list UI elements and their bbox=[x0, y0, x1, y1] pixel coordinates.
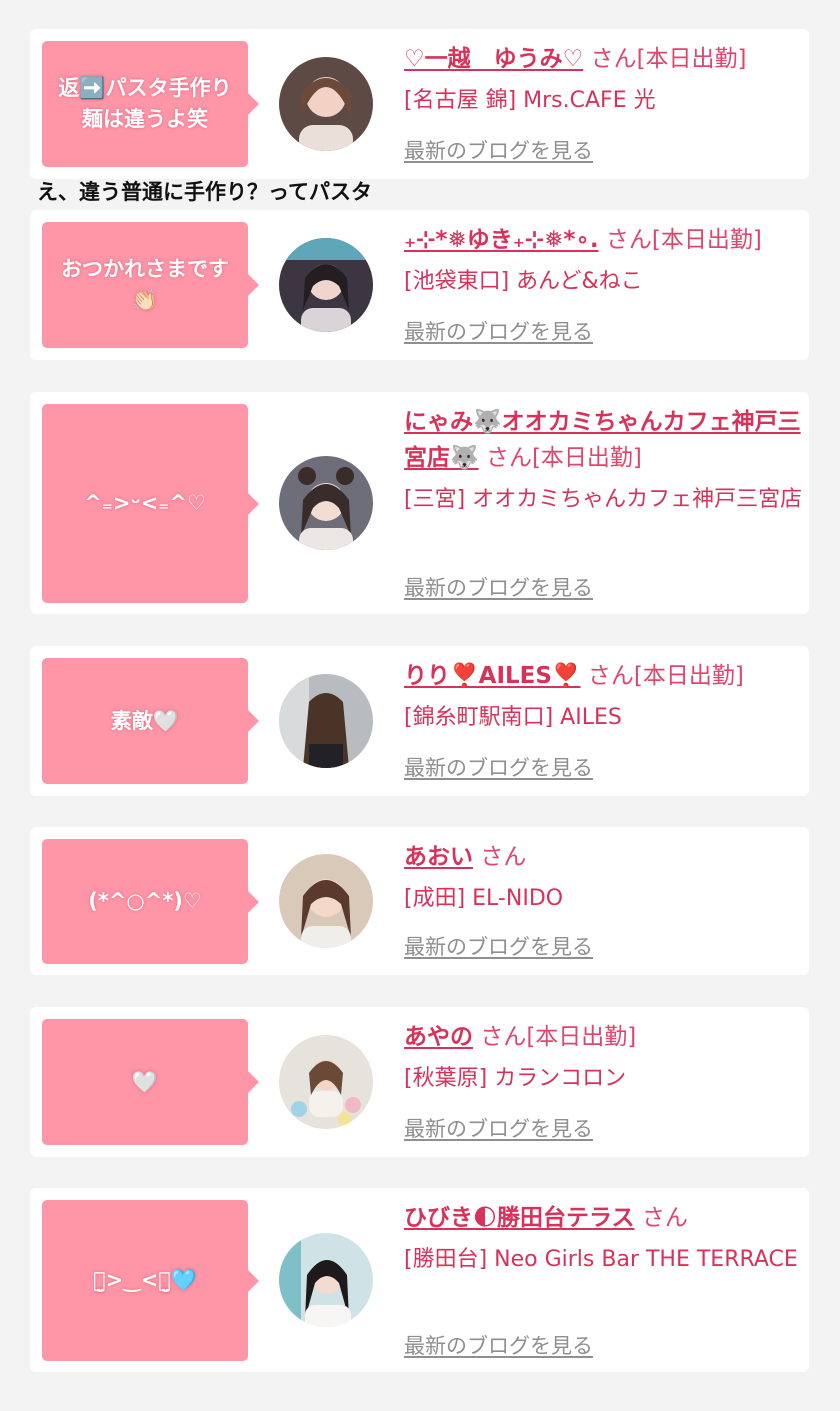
bubble-text: ^₌>ᵕ<₌^♡ bbox=[84, 491, 206, 515]
bubble-text: 🤍 bbox=[131, 1069, 159, 1094]
name-line: ♡一越 ゆうみ♡ さん[本日出勤] bbox=[404, 41, 804, 77]
san-label: さん[本日出勤] bbox=[587, 663, 744, 689]
shop-label: [成田] EL-NIDO bbox=[404, 886, 564, 911]
post-card: 返➡️パスタ手作り 麺は違うよ笑 ♡一越 ゆうみ♡ さん[本日出勤] [名古屋 … bbox=[30, 29, 809, 179]
shop-label: [秋葉原] カランコロン bbox=[404, 1066, 627, 1091]
latest-blog-link[interactable]: 最新のブログを見る bbox=[404, 572, 593, 602]
latest-blog-link[interactable]: 最新のブログを見る bbox=[404, 1330, 593, 1360]
name-line: ひびき🌓勝田台テラス さん bbox=[404, 1200, 804, 1236]
shop-label: [池袋東口] あんど&ねこ bbox=[404, 269, 643, 294]
name-link[interactable]: あおい bbox=[404, 844, 473, 870]
message-bubble: おつかれさまです 👏🏻 bbox=[42, 222, 259, 348]
bubble-text: おつかれさまです 👏🏻 bbox=[61, 257, 229, 312]
shop-label: [名古屋 錦] Mrs.CAFE 光 bbox=[404, 88, 656, 113]
name-line: りり❣️AILES❣️ さん[本日出勤] bbox=[404, 658, 804, 694]
san-label: さん[本日出勤] bbox=[480, 1024, 637, 1050]
san-label: さん bbox=[480, 844, 527, 870]
avatar[interactable] bbox=[279, 456, 373, 550]
name-line: あおい さん bbox=[404, 839, 804, 875]
san-label: さん[本日出勤] bbox=[605, 227, 762, 253]
bubble-text: ꪔ̤̮>‿<ꪔ̤̮🩵 bbox=[93, 1268, 197, 1292]
entry-info: ひびき🌓勝田台テラス さん [勝田台] Neo Girls Bar THE TE… bbox=[404, 1200, 804, 1278]
name-link[interactable]: ひびき🌓勝田台テラス bbox=[404, 1205, 635, 1231]
bubble-text: 素敵🤍 bbox=[110, 708, 180, 733]
name-link[interactable]: りり❣️AILES❣️ bbox=[404, 663, 581, 689]
avatar[interactable] bbox=[279, 238, 373, 332]
entry-info: あやの さん[本日出勤] [秋葉原] カランコロン bbox=[404, 1019, 804, 1097]
shop-label: [錦糸町駅南口] AILES bbox=[404, 705, 622, 730]
post-card: おつかれさまです 👏🏻 ₊⊹*❅︎ゆき₊⊹❅*∘. さん[本日出勤] [池袋東口… bbox=[30, 210, 809, 360]
san-label: さん[本日出勤] bbox=[485, 445, 642, 471]
message-bubble: ^₌>ᵕ<₌^♡ bbox=[42, 404, 259, 603]
entry-info: ♡一越 ゆうみ♡ さん[本日出勤] [名古屋 錦] Mrs.CAFE 光 bbox=[404, 41, 804, 119]
message-bubble: 返➡️パスタ手作り 麺は違うよ笑 bbox=[42, 41, 259, 167]
shop-label: [三宮] オオカミちゃんカフェ神戸三宮店 bbox=[404, 487, 803, 512]
entry-info: りり❣️AILES❣️ さん[本日出勤] [錦糸町駅南口] AILES bbox=[404, 658, 804, 736]
name-line: あやの さん[本日出勤] bbox=[404, 1019, 804, 1055]
comment-text: え、違う普通に手作り？ってパスタ bbox=[37, 180, 372, 204]
bubble-text: 返➡️パスタ手作り 麺は違うよ笑 bbox=[58, 76, 232, 131]
post-card: ꪔ̤̮>‿<ꪔ̤̮🩵 ひびき🌓勝田台テラス さん [勝田台] Neo Girls… bbox=[30, 1188, 809, 1372]
avatar[interactable] bbox=[279, 1233, 373, 1327]
post-card: 素敵🤍 りり❣️AILES❣️ さん[本日出勤] [錦糸町駅南口] AILES … bbox=[30, 646, 809, 796]
latest-blog-link[interactable]: 最新のブログを見る bbox=[404, 752, 593, 782]
bubble-text: (*^○^*)♡ bbox=[88, 889, 202, 913]
message-bubble: 🤍 bbox=[42, 1019, 259, 1145]
post-card: ^₌>ᵕ<₌^♡ にゃみ🐺オオカミちゃんカフェ神戸三宮店🐺 さん[本日出勤] [… bbox=[30, 392, 809, 614]
latest-blog-link[interactable]: 最新のブログを見る bbox=[404, 135, 593, 165]
avatar[interactable] bbox=[279, 57, 373, 151]
san-label: さん bbox=[641, 1205, 688, 1231]
name-line: ₊⊹*❅︎ゆき₊⊹❅*∘. さん[本日出勤] bbox=[404, 222, 804, 258]
san-label: さん[本日出勤] bbox=[590, 46, 747, 72]
message-bubble: ꪔ̤̮>‿<ꪔ̤̮🩵 bbox=[42, 1200, 259, 1361]
avatar[interactable] bbox=[279, 1035, 373, 1129]
latest-blog-link[interactable]: 最新のブログを見る bbox=[404, 931, 593, 961]
post-card: 🤍 あやの さん[本日出勤] [秋葉原] カランコロン 最新のブログを見る bbox=[30, 1007, 809, 1157]
avatar[interactable] bbox=[279, 674, 373, 768]
entry-info: あおい さん [成田] EL-NIDO bbox=[404, 839, 804, 917]
message-bubble: 素敵🤍 bbox=[42, 658, 259, 784]
name-link[interactable]: ₊⊹*❅︎ゆき₊⊹❅*∘. bbox=[404, 227, 599, 253]
post-card: (*^○^*)♡ あおい さん [成田] EL-NIDO 最新のブログを見る bbox=[30, 827, 809, 975]
latest-blog-link[interactable]: 最新のブログを見る bbox=[404, 1113, 593, 1143]
entry-info: にゃみ🐺オオカミちゃんカフェ神戸三宮店🐺 さん[本日出勤] [三宮] オオカミち… bbox=[404, 404, 804, 518]
latest-blog-link[interactable]: 最新のブログを見る bbox=[404, 316, 593, 346]
message-bubble: (*^○^*)♡ bbox=[42, 839, 259, 964]
name-link[interactable]: ♡一越 ゆうみ♡ bbox=[404, 46, 583, 72]
entry-info: ₊⊹*❅︎ゆき₊⊹❅*∘. さん[本日出勤] [池袋東口] あんど&ねこ bbox=[404, 222, 804, 300]
shop-label: [勝田台] Neo Girls Bar THE TERRACE bbox=[404, 1247, 798, 1272]
name-link[interactable]: あやの bbox=[404, 1024, 473, 1050]
avatar[interactable] bbox=[279, 854, 373, 948]
name-line: にゃみ🐺オオカミちゃんカフェ神戸三宮店🐺 さん[本日出勤] bbox=[404, 404, 804, 476]
